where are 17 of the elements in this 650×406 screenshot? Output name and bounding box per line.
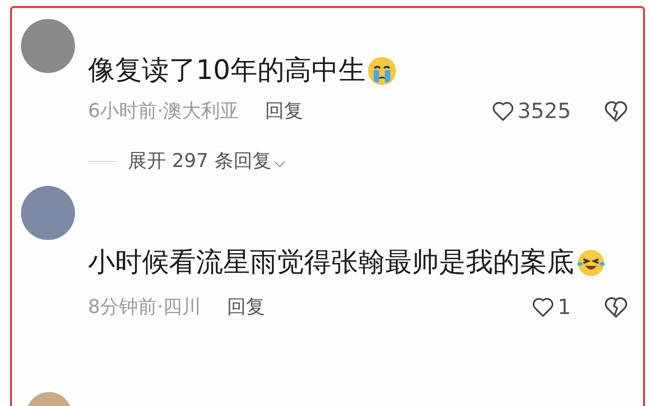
- heart-icon: [530, 295, 555, 319]
- heart-icon: [490, 99, 515, 123]
- crying-face-icon: [367, 56, 398, 86]
- avatar[interactable]: [21, 19, 75, 73]
- expand-replies-button[interactable]: 展开 297 条回复⌵: [128, 148, 286, 174]
- comment-text: 像复读了10年的高中生: [88, 54, 366, 88]
- avatar[interactable]: [21, 186, 75, 240]
- comment-time-location: 6小时前·澳大利亚: [88, 99, 240, 124]
- reply-button[interactable]: 回复: [227, 294, 266, 320]
- broken-heart-icon[interactable]: [603, 98, 629, 124]
- comment-time-location: 8分钟前·四川: [88, 295, 202, 320]
- broken-heart-icon[interactable]: [603, 294, 629, 320]
- reply-button[interactable]: 回复: [265, 98, 304, 124]
- like-button[interactable]: 1: [530, 295, 571, 319]
- comment-text: 小时候看流星雨觉得张翰最帅是我的案底: [88, 246, 574, 280]
- like-button[interactable]: 3525: [490, 99, 571, 123]
- laughing-crying-face-icon: [576, 248, 606, 278]
